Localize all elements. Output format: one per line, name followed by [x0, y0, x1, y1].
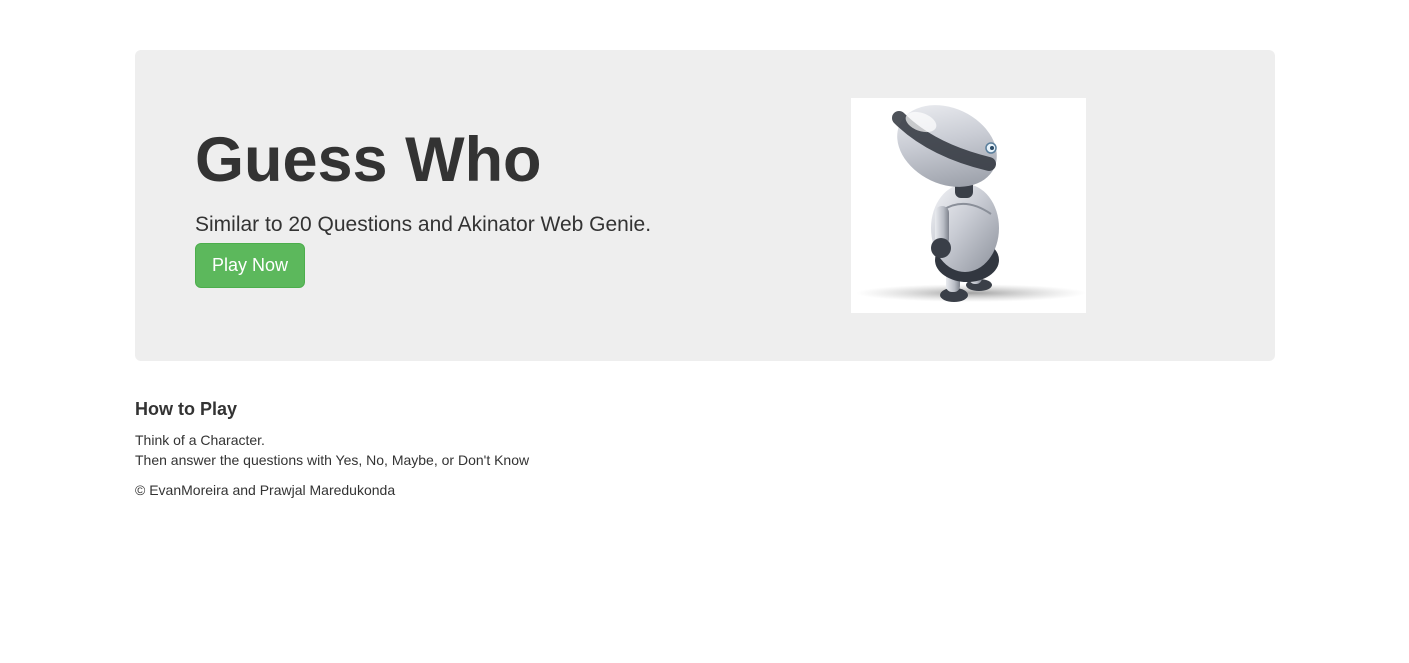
play-now-button[interactable]: Play Now: [195, 243, 305, 288]
footer-credit: © EvanMoreira and Prawjal Maredukonda: [135, 482, 396, 498]
hero-subtitle: Similar to 20 Questions and Akinator Web…: [195, 213, 652, 236]
how-to-play-heading: How to Play: [135, 399, 238, 419]
instruction-line: Then answer the questions with Yes, No, …: [135, 452, 530, 468]
hero-jumbotron: Guess Who Similar to 20 Questions and Ak…: [135, 50, 1275, 361]
instructions: Think of a Character. Then answer the qu…: [135, 430, 529, 470]
hero-title: Guess Who: [195, 125, 542, 195]
robot-image: [851, 98, 1086, 313]
instruction-line: Think of a Character.: [135, 432, 265, 448]
